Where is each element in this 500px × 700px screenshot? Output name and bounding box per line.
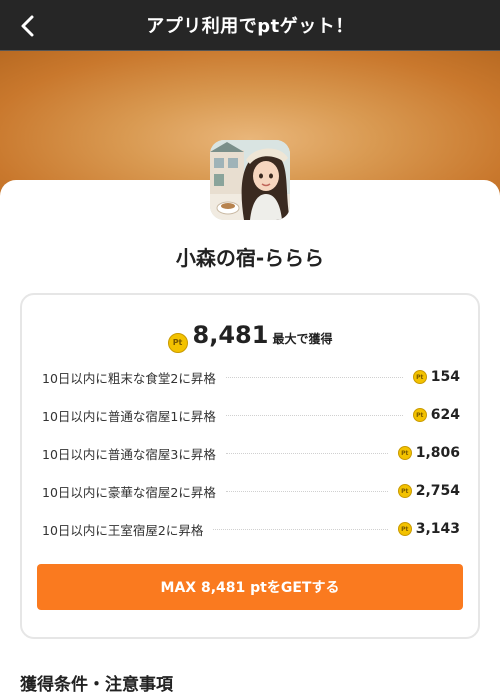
back-button[interactable] (14, 12, 42, 40)
total-points-suffix: 最大で獲得 (272, 332, 333, 346)
pt-coin-icon: Pt (397, 446, 412, 460)
dotted-leader (225, 376, 403, 378)
dotted-leader (225, 490, 388, 492)
dotted-leader (225, 452, 388, 454)
chevron-left-icon (21, 15, 34, 37)
task-points-value: 154 (430, 369, 460, 385)
total-points-row: Pt 8,481 最大で獲得 (22, 321, 478, 353)
task-row: 10日以内に豪華な宿屋2に昇格 Pt 2,754 (42, 481, 460, 501)
task-points-value: 1,806 (415, 445, 460, 461)
page-title: アプリ利用でptゲット！ (146, 16, 354, 37)
task-row: 10日以内に普通な宿屋1に昇格 Pt 624 (42, 405, 460, 425)
reward-card: Pt 8,481 最大で獲得 10日以内に粗末な食堂2に昇格 Pt 154 10… (20, 293, 480, 639)
task-label: 10日以内に普通な宿屋1に昇格 (42, 408, 216, 424)
task-row: 10日以内に王室宿屋2に昇格 Pt 3,143 (42, 519, 460, 539)
task-label: 10日以内に豪華な宿屋2に昇格 (42, 484, 216, 500)
task-label: 10日以内に王室宿屋2に昇格 (42, 522, 204, 538)
task-points: Pt 154 (412, 369, 460, 385)
task-points: Pt 2,754 (397, 483, 460, 499)
pt-coin-icon: Pt (397, 522, 412, 536)
app-icon (210, 140, 290, 220)
pt-coin-icon: Pt (412, 370, 427, 384)
task-label: 10日以内に普通な宿屋3に昇格 (42, 446, 216, 462)
pt-coin-icon: Pt (412, 408, 427, 422)
task-row: 10日以内に粗末な食堂2に昇格 Pt 154 (42, 367, 460, 387)
pt-coin-icon: Pt (167, 332, 188, 353)
task-points-value: 624 (430, 407, 460, 423)
dotted-leader (225, 414, 403, 416)
task-points-value: 2,754 (415, 483, 460, 499)
task-points: Pt 1,806 (397, 445, 460, 461)
task-points: Pt 3,143 (397, 521, 460, 537)
task-label: 10日以内に粗末な食堂2に昇格 (42, 370, 216, 386)
dotted-leader (213, 528, 388, 530)
total-points: 8,481 (192, 321, 269, 349)
task-points-value: 3,143 (415, 521, 460, 537)
app-name: 小森の宿-ららら (175, 246, 325, 270)
top-bar: アプリ利用でptゲット！ (0, 0, 500, 51)
app-icon-illustration (210, 140, 290, 220)
task-row: 10日以内に普通な宿屋3に昇格 Pt 1,806 (42, 443, 460, 463)
pt-coin-icon: Pt (397, 484, 412, 498)
conditions-section-title: 獲得条件・注意事項 (20, 675, 173, 695)
task-points: Pt 624 (412, 407, 460, 423)
get-points-button[interactable]: MAX 8,481 ptをGETする (37, 564, 463, 610)
